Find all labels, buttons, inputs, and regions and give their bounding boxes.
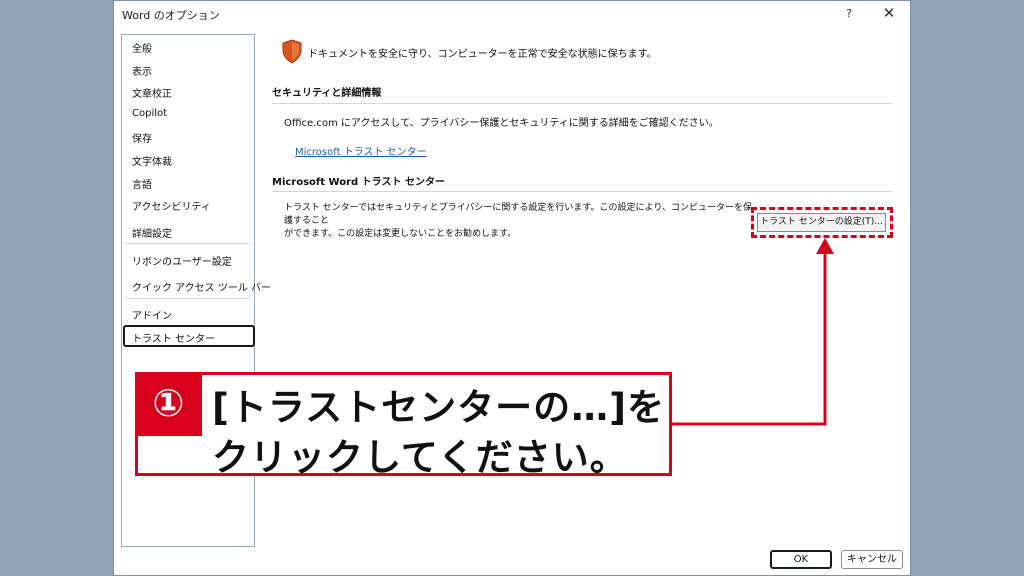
sidebar-item-advanced[interactable]: 詳細設定 bbox=[132, 225, 172, 240]
sidebar-item-proofing[interactable]: 文章校正 bbox=[132, 85, 172, 100]
sidebar-item-typography[interactable]: 文字体裁 bbox=[132, 153, 172, 168]
sidebar-item-quick-access-toolbar[interactable]: クイック アクセス ツール バー bbox=[132, 279, 271, 294]
section-divider bbox=[272, 191, 892, 192]
trust-center-explanation-line1: トラスト センターではセキュリティとプライバシーに関する設定を行います。この設定… bbox=[284, 203, 752, 226]
sidebar-item-language[interactable]: 言語 bbox=[132, 176, 152, 191]
instruction-callout: ① [トラストセンターの…]を クリックしてください。 bbox=[135, 372, 672, 479]
step-number-badge: ① bbox=[135, 372, 202, 436]
cancel-button[interactable]: キャンセル bbox=[841, 550, 903, 569]
sidebar-divider bbox=[126, 298, 250, 299]
section-divider bbox=[272, 103, 892, 104]
sidebar-item-general[interactable]: 全般 bbox=[132, 40, 152, 55]
sidebar-divider bbox=[126, 243, 250, 244]
security-section-heading: セキュリティと詳細情報 bbox=[272, 88, 382, 99]
trust-center-explanation: トラスト センターではセキュリティとプライバシーに関する設定を行います。この設定… bbox=[284, 202, 754, 241]
sidebar-item-save[interactable]: 保存 bbox=[132, 130, 152, 145]
sidebar-item-trust-center[interactable]: トラスト センター bbox=[132, 330, 215, 345]
security-info-text: Office.com にアクセスして、プライバシー保護とセキュリティに関する詳細… bbox=[284, 118, 719, 129]
trust-center-explanation-line2: ができます。この設定は変更しないことをお勧めします。 bbox=[284, 229, 517, 239]
shield-icon bbox=[282, 39, 302, 64]
word-options-dialog: Word のオプション ? ✕ 全般 表示 文章校正 Copilot 保存 文字… bbox=[113, 0, 911, 576]
sidebar-item-accessibility[interactable]: アクセシビリティ bbox=[132, 198, 211, 213]
window-title: Word のオプション bbox=[122, 9, 220, 22]
sidebar-item-addins[interactable]: アドイン bbox=[132, 307, 172, 322]
sidebar-item-display[interactable]: 表示 bbox=[132, 63, 152, 78]
ok-button[interactable]: OK bbox=[770, 550, 832, 569]
trust-center-settings-button[interactable]: トラスト センターの設定(T)... bbox=[757, 213, 886, 232]
sidebar-item-customize-ribbon[interactable]: リボンのユーザー設定 bbox=[132, 253, 232, 268]
trust-center-description: ドキュメントを安全に守り、コンピューターを正常で安全な状態に保ちます。 bbox=[308, 49, 657, 60]
sidebar-item-copilot[interactable]: Copilot bbox=[132, 108, 167, 119]
instruction-line-1: [トラストセンターの…]を bbox=[212, 386, 666, 429]
instruction-line-2: クリックしてください。 bbox=[212, 436, 628, 479]
word-trust-center-heading: Microsoft Word トラスト センター bbox=[272, 177, 445, 188]
microsoft-trust-center-link[interactable]: Microsoft トラスト センター bbox=[295, 143, 427, 158]
